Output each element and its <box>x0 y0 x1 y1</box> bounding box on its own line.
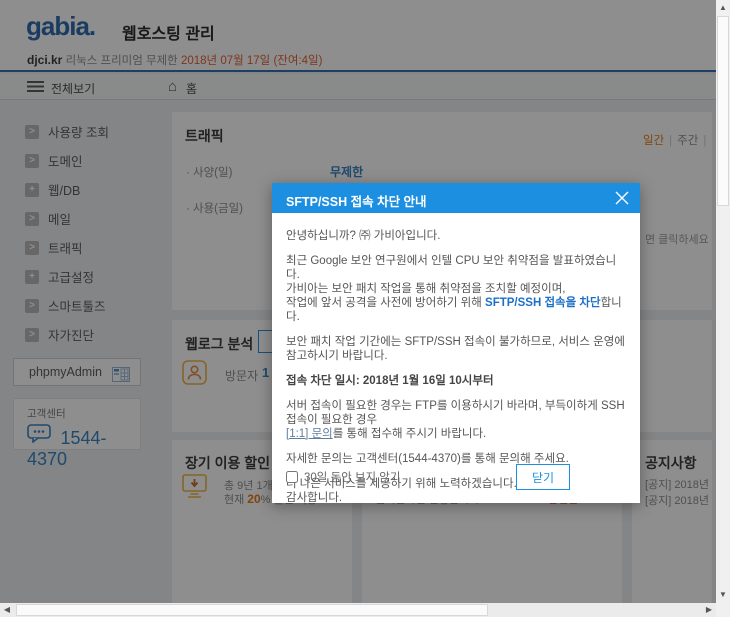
modal-line: 작업에 앞서 공격을 사전에 방어하기 위해 SFTP/SSH 접속을 차단합니… <box>286 296 626 324</box>
modal-emphasis: SFTP/SSH 접속을 차단 <box>485 297 601 309</box>
inquiry-link[interactable]: [1:1] 문의 <box>286 428 333 440</box>
scrollbar-corner <box>716 603 730 617</box>
hosting-admin-screen: gabia. 웹호스팅 관리 djci.kr 리눅스 프리미엄 무제한 2018… <box>0 0 730 617</box>
scroll-right-icon[interactable]: ▶ <box>702 603 716 617</box>
horizontal-scroll-thumb[interactable] <box>16 604 488 616</box>
modal-header: SFTP/SSH 접속 차단 안내 <box>272 183 640 213</box>
scroll-up-icon[interactable]: ▲ <box>716 1 730 15</box>
modal-line: 최근 Google 보안 연구원에서 인텔 CPU 보안 취약점을 발표하였습니… <box>286 254 626 282</box>
sftp-block-modal: SFTP/SSH 접속 차단 안내 안녕하십니까? ㈜ 가비아입니다. 최근 G… <box>272 183 640 503</box>
modal-paragraph: 최근 Google 보안 연구원에서 인텔 CPU 보안 취약점을 발표하였습니… <box>286 254 626 324</box>
content-viewport: gabia. 웹호스팅 관리 djci.kr 리눅스 프리미엄 무제한 2018… <box>0 0 716 603</box>
close-icon[interactable] <box>614 190 630 206</box>
modal-line: 감사합니다. <box>286 491 626 505</box>
scroll-down-icon[interactable]: ▼ <box>716 588 730 602</box>
horizontal-scrollbar[interactable]: ◀ ▶ <box>0 603 716 617</box>
modal-paragraph: 서버 접속이 필요한 경우는 FTP를 이용하시기 바라며, 부득이하게 SSH… <box>286 399 626 441</box>
close-button[interactable]: 닫기 <box>516 464 570 490</box>
modal-line: 가비아는 보안 패치 작업을 통해 취약점을 조치할 예정이며, <box>286 282 626 296</box>
vertical-scroll-thumb[interactable] <box>717 16 729 206</box>
modal-line: [1:1] 문의를 통해 접수해 주시기 바랍니다. <box>286 427 626 441</box>
modal-line: 서버 접속이 필요한 경우는 FTP를 이용하시기 바라며, 부득이하게 SSH… <box>286 399 626 427</box>
vertical-scrollbar[interactable]: ▲ ▼ <box>716 0 730 603</box>
dont-show-checkbox[interactable] <box>286 471 298 483</box>
modal-block-datetime: 접속 차단 일시: 2018년 1월 16일 10시부터 <box>286 374 626 388</box>
modal-footer: 30일 동안 보지 않기 닫기 <box>286 464 626 490</box>
modal-text: 작업에 앞서 공격을 사전에 방어하기 위해 <box>286 297 485 309</box>
modal-text: 를 통해 접수해 주시기 바랍니다. <box>333 428 487 440</box>
scroll-left-icon[interactable]: ◀ <box>0 603 14 617</box>
modal-greeting: 안녕하십니까? ㈜ 가비아입니다. <box>286 229 626 243</box>
modal-title: SFTP/SSH 접속 차단 안내 <box>286 191 427 210</box>
modal-paragraph: 보안 패치 작업 기간에는 SFTP/SSH 접속이 불가하므로, 서비스 운영… <box>286 335 626 363</box>
dont-show-label: 30일 동안 보지 않기 <box>304 469 400 485</box>
